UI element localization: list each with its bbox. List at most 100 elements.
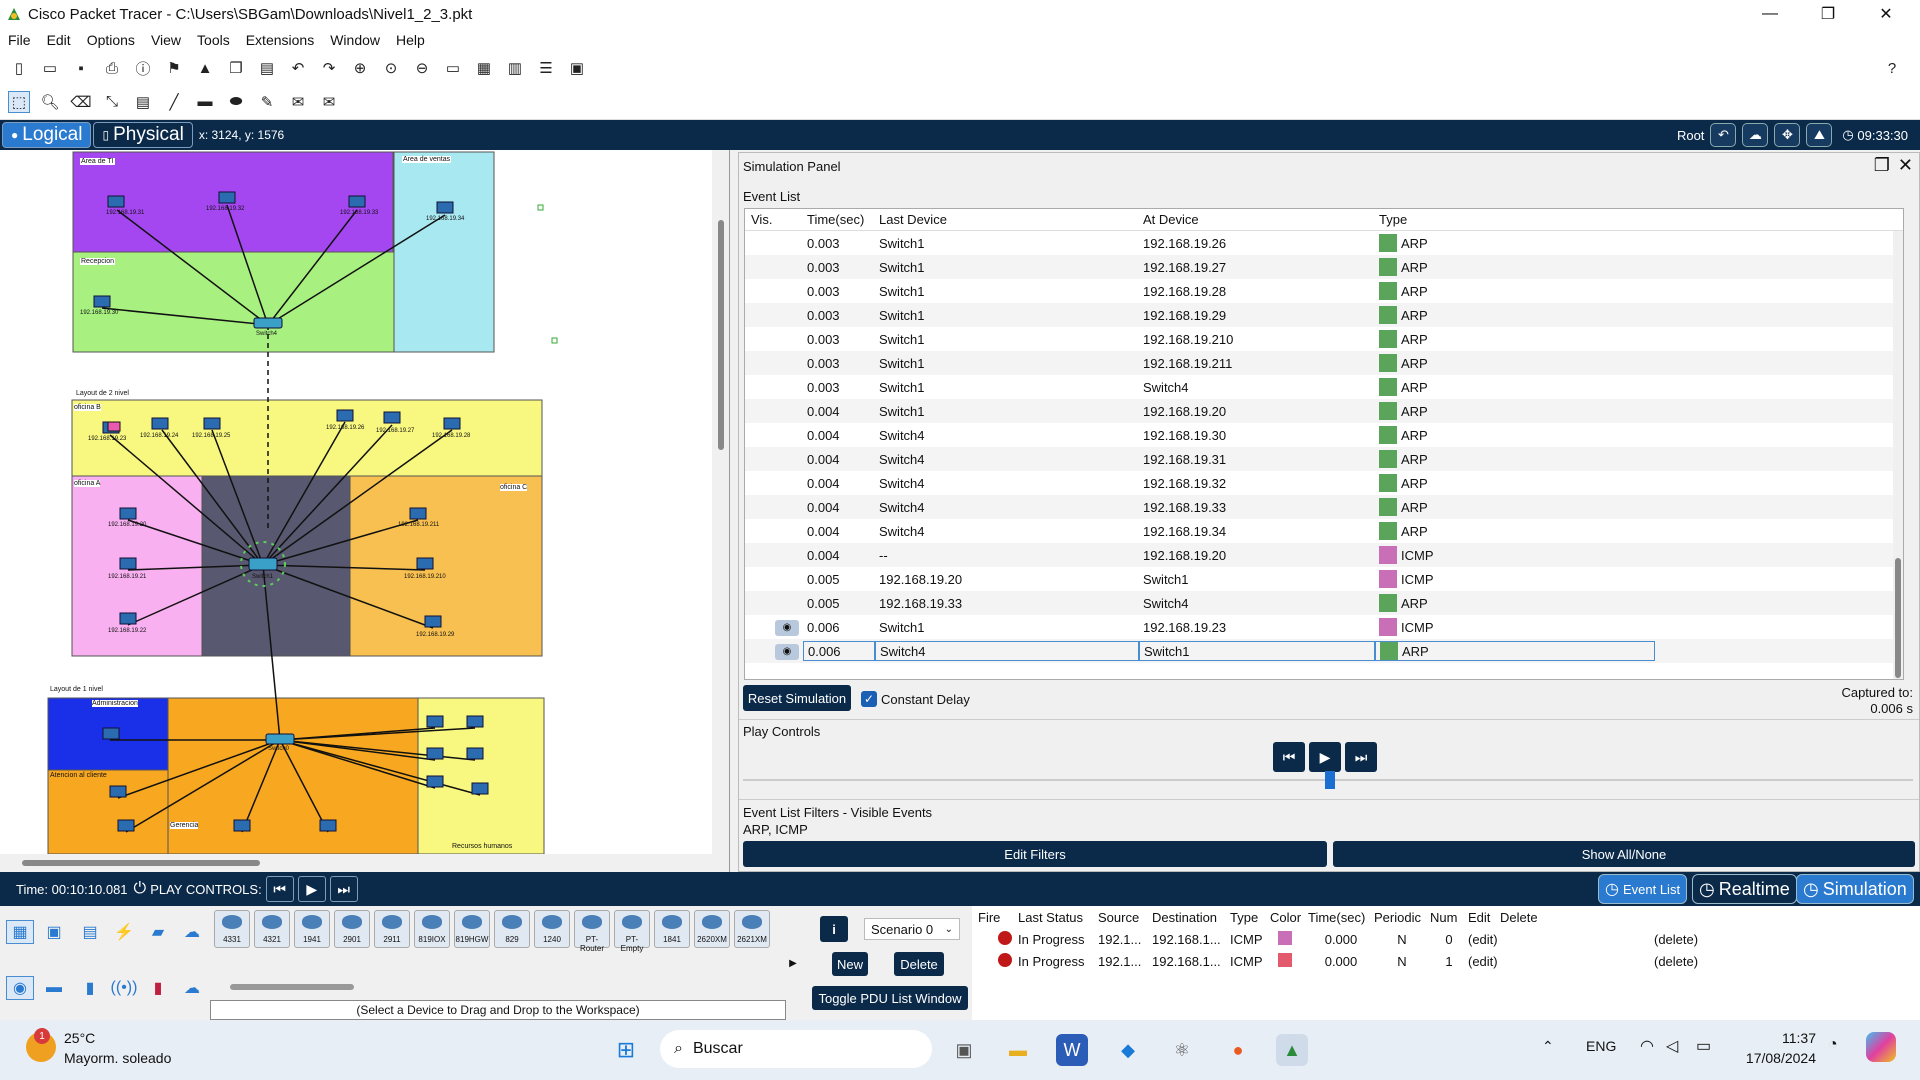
- event-row[interactable]: 0.005 192.168.19.20 Switch1 ICMP: [745, 567, 1903, 591]
- language-indicator[interactable]: ENG: [1586, 1038, 1616, 1054]
- note-icon[interactable]: ▤: [132, 91, 154, 113]
- close-button[interactable]: ✕: [1858, 0, 1914, 28]
- back-step-button[interactable]: ⏮: [1273, 742, 1305, 772]
- packet-tracer-taskbar-icon[interactable]: ▲: [1276, 1034, 1308, 1066]
- new-scenario-button[interactable]: New: [832, 952, 868, 976]
- notification-bell-icon[interactable]: ◔: [1828, 1036, 1838, 1054]
- fire-icon[interactable]: [972, 930, 1018, 948]
- device-model[interactable]: 819IOX: [414, 910, 450, 948]
- cluster-icon[interactable]: ☰: [535, 57, 557, 79]
- wifi-icon[interactable]: ◠: [1640, 1036, 1654, 1056]
- event-row[interactable]: 0.004 -- 192.168.19.20 ICMP: [745, 543, 1903, 567]
- device-model[interactable]: 2911: [374, 910, 410, 948]
- weather-desc[interactable]: Mayorm. soleado: [64, 1050, 171, 1066]
- simulation-tab[interactable]: ◷ Simulation: [1796, 874, 1914, 904]
- fire-icon[interactable]: [972, 952, 1018, 970]
- menu-file[interactable]: File: [8, 32, 31, 48]
- scroll-thumb[interactable]: [1895, 558, 1901, 678]
- multiuser-icon[interactable]: ☁: [178, 920, 206, 944]
- pdu-delete-link[interactable]: (delete): [1654, 932, 1714, 947]
- show-hidden-icons-icon[interactable]: ⌃: [1542, 1038, 1554, 1055]
- switches-icon[interactable]: ▬: [40, 976, 68, 1000]
- add-simple-pdu-icon[interactable]: ✉: [287, 91, 309, 113]
- delete-scenario-button[interactable]: Delete: [894, 952, 944, 976]
- menu-window[interactable]: Window: [330, 32, 380, 48]
- hubs-icon[interactable]: ▮: [76, 976, 104, 1000]
- drawing-palette-icon[interactable]: ▭: [442, 57, 464, 79]
- wireless-icon[interactable]: ((•)): [110, 976, 138, 1000]
- close-panel-icon[interactable]: ✕: [1898, 155, 1913, 176]
- viewport-icon[interactable]: ▥: [504, 57, 526, 79]
- event-row[interactable]: 0.004 Switch4 192.168.19.31 ARP: [745, 447, 1903, 471]
- image-icon[interactable]: ▣: [566, 57, 588, 79]
- copilot-icon[interactable]: [1866, 1032, 1896, 1062]
- scroll-thumb[interactable]: [718, 220, 724, 450]
- pdu-delete-link[interactable]: (delete): [1654, 954, 1714, 969]
- toggle-pdu-list-button[interactable]: Toggle PDU List Window: [812, 986, 968, 1010]
- battery-icon[interactable]: ▭: [1696, 1036, 1711, 1056]
- file-explorer-icon[interactable]: ▬: [1002, 1034, 1034, 1066]
- reset-simulation-button[interactable]: Reset Simulation: [743, 685, 851, 711]
- eye-icon[interactable]: ◉: [775, 619, 799, 636]
- eye-icon[interactable]: ◉: [775, 643, 799, 660]
- freeform-icon[interactable]: ✎: [256, 91, 278, 113]
- delete-icon[interactable]: ⌫: [70, 91, 92, 113]
- custom-device-icon[interactable]: ▦: [473, 57, 495, 79]
- event-row[interactable]: 0.004 Switch4 192.168.19.32 ARP: [745, 471, 1903, 495]
- zoom-in-icon[interactable]: ⊕: [349, 57, 371, 79]
- firefox-icon[interactable]: ●: [1222, 1034, 1254, 1066]
- workspace-vertical-scrollbar[interactable]: [712, 150, 729, 872]
- event-row[interactable]: 0.003 Switch1 192.168.19.26 ARP: [745, 231, 1903, 255]
- device-model[interactable]: PT-Empty: [614, 910, 650, 953]
- volume-icon[interactable]: ◁: [1666, 1036, 1678, 1056]
- event-list-tab[interactable]: ◷ Event List: [1598, 874, 1688, 904]
- forward-step-button[interactable]: ⏭: [1345, 742, 1377, 772]
- event-row[interactable]: 0.003 Switch1 192.168.19.210 ARP: [745, 327, 1903, 351]
- miscellaneous-icon[interactable]: ▰: [144, 920, 172, 944]
- event-row[interactable]: 0.003 Switch1 192.168.19.27 ARP: [745, 255, 1903, 279]
- event-vis-cell[interactable]: ◉: [745, 618, 803, 636]
- realtime-tab[interactable]: ◷ Realtime: [1692, 874, 1797, 904]
- device-model[interactable]: 829: [494, 910, 530, 948]
- maximize-button[interactable]: ❐: [1800, 0, 1856, 28]
- constant-delay-checkbox[interactable]: ✓: [861, 691, 877, 707]
- activity-wizard-icon[interactable]: ▲: [194, 57, 216, 79]
- taskbar-time[interactable]: 11:37: [1736, 1030, 1816, 1046]
- undo-icon[interactable]: ↶: [287, 57, 309, 79]
- event-row[interactable]: 0.003 Switch1 Switch4 ARP: [745, 375, 1903, 399]
- redo-icon[interactable]: ↷: [318, 57, 340, 79]
- event-row[interactable]: 0.004 Switch1 192.168.19.20 ARP: [745, 399, 1903, 423]
- workspace-horizontal-scrollbar[interactable]: [0, 854, 712, 872]
- open-folder-icon[interactable]: ▭: [39, 57, 61, 79]
- move-icon[interactable]: ✥: [1774, 123, 1801, 147]
- event-row[interactable]: 0.004 Switch4 192.168.19.33 ARP: [745, 495, 1903, 519]
- event-row[interactable]: 0.004 Switch4 192.168.19.30 ARP: [745, 423, 1903, 447]
- electron-icon[interactable]: ⚛: [1166, 1034, 1198, 1066]
- windows-start-icon[interactable]: ⊞: [610, 1034, 642, 1066]
- header-vis[interactable]: Vis.: [745, 212, 803, 227]
- zoom-out-icon[interactable]: ⊖: [411, 57, 433, 79]
- back-icon[interactable]: ↶: [1710, 123, 1737, 147]
- paste-icon[interactable]: ▤: [256, 57, 278, 79]
- event-row[interactable]: 0.005 192.168.19.33 Switch4 ARP: [745, 591, 1903, 615]
- event-row[interactable]: 0.003 Switch1 192.168.19.29 ARP: [745, 303, 1903, 327]
- menu-extensions[interactable]: Extensions: [246, 32, 314, 48]
- routers-icon[interactable]: ◉: [6, 976, 34, 1000]
- network-wizard-icon[interactable]: ⚑: [163, 57, 185, 79]
- taskbar-search[interactable]: ⌕ Buscar: [660, 1030, 932, 1068]
- menu-tools[interactable]: Tools: [197, 32, 230, 48]
- device-model[interactable]: PT-Router: [574, 910, 610, 953]
- scroll-thumb[interactable]: [22, 860, 260, 866]
- wan-emulation-icon[interactable]: ☁: [178, 976, 206, 1000]
- event-row[interactable]: 0.004 Switch4 192.168.19.34 ARP: [745, 519, 1903, 543]
- scenario-info-button[interactable]: i: [820, 916, 848, 942]
- task-view-icon[interactable]: ▣: [948, 1034, 980, 1066]
- device-model[interactable]: 1240: [534, 910, 570, 948]
- device-model[interactable]: 4331: [214, 910, 250, 948]
- menu-options[interactable]: Options: [87, 32, 135, 48]
- add-complex-pdu-icon[interactable]: ✉: [318, 91, 340, 113]
- device-model[interactable]: 1841: [654, 910, 690, 948]
- event-row[interactable]: ◉ 0.006 Switch4 Switch1 ARP: [745, 639, 1903, 663]
- pdu-edit-link[interactable]: (edit): [1468, 954, 1654, 969]
- minimize-button[interactable]: —: [1742, 0, 1798, 28]
